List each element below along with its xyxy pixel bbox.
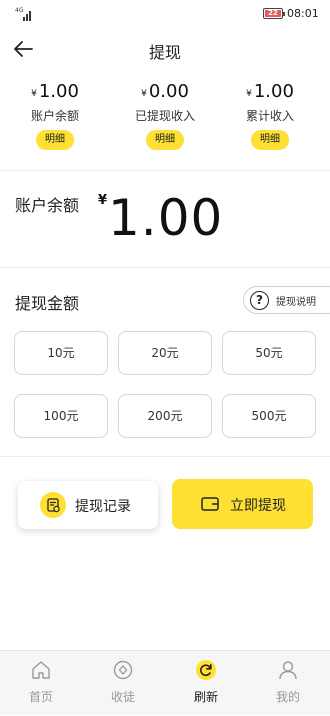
currency-symbol: ¥	[98, 193, 108, 208]
withdraw-amount-label: 提现金额	[15, 294, 80, 313]
clock: 08:01	[287, 7, 319, 20]
apprentice-icon	[113, 660, 133, 680]
divider	[0, 456, 330, 457]
tab-label: 首页	[28, 690, 53, 704]
amount-option[interactable]: 10元	[14, 331, 108, 375]
status-bar: 4G 22 08:01	[0, 0, 330, 30]
bottom-tab-bar: 首页 收徒 刷新 我的	[0, 650, 330, 715]
stat-value: ¥1.00	[31, 81, 79, 102]
withdraw-explain-button[interactable]: ? 提现说明	[243, 286, 330, 314]
detail-button[interactable]: 明细	[146, 130, 184, 150]
divider	[0, 267, 330, 268]
wallet-icon	[201, 497, 219, 511]
tab-mine[interactable]: 我的	[247, 651, 329, 716]
amount-option[interactable]: 20元	[118, 331, 212, 375]
stat-value: ¥1.00	[246, 81, 294, 102]
stat-withdrawn-income: ¥0.00 已提现收入 明细	[110, 80, 220, 150]
battery-level: 22	[268, 9, 278, 17]
home-icon	[32, 661, 50, 679]
balance-label: 账户余额	[15, 196, 80, 215]
signal-icon: 4G	[15, 8, 33, 21]
amount-option[interactable]: 100元	[14, 394, 108, 438]
withdraw-explain-label: 提现说明	[276, 297, 316, 308]
record-icon	[40, 492, 66, 518]
question-icon: ?	[250, 291, 269, 310]
tab-home[interactable]: 首页	[0, 651, 82, 716]
stat-account-balance: ¥1.00 账户余额 明细	[0, 80, 110, 150]
stat-label: 已提现收入	[134, 109, 195, 123]
stat-value: ¥0.00	[141, 81, 189, 102]
withdraw-now-label: 立即提现	[230, 498, 286, 514]
amount-option[interactable]: 500元	[222, 394, 316, 438]
battery-icon: 22	[263, 8, 285, 19]
amount-option[interactable]: 50元	[222, 331, 316, 375]
detail-button[interactable]: 明细	[36, 130, 74, 150]
amount-option[interactable]: 200元	[118, 394, 212, 438]
stat-total-income: ¥1.00 累计收入 明细	[215, 80, 325, 150]
withdraw-now-button[interactable]: 立即提现	[172, 479, 313, 529]
tab-label: 刷新	[193, 690, 218, 704]
refresh-icon	[196, 660, 216, 680]
network-type: 4G	[15, 7, 24, 14]
stat-label: 账户余额	[30, 109, 79, 123]
balance-amount: 1.00	[108, 189, 224, 247]
withdraw-record-button[interactable]: 提现记录	[18, 481, 158, 529]
tab-refresh[interactable]: 刷新	[165, 651, 247, 716]
stat-label: 累计收入	[245, 109, 294, 123]
withdraw-record-label: 提现记录	[75, 499, 131, 515]
user-icon	[279, 661, 297, 680]
tab-label: 我的	[275, 690, 300, 704]
divider	[0, 170, 330, 171]
tab-apprentice[interactable]: 收徒	[82, 651, 164, 716]
tab-label: 收徒	[110, 690, 135, 704]
page-title: 提现	[148, 43, 181, 62]
detail-button[interactable]: 明细	[251, 130, 289, 150]
